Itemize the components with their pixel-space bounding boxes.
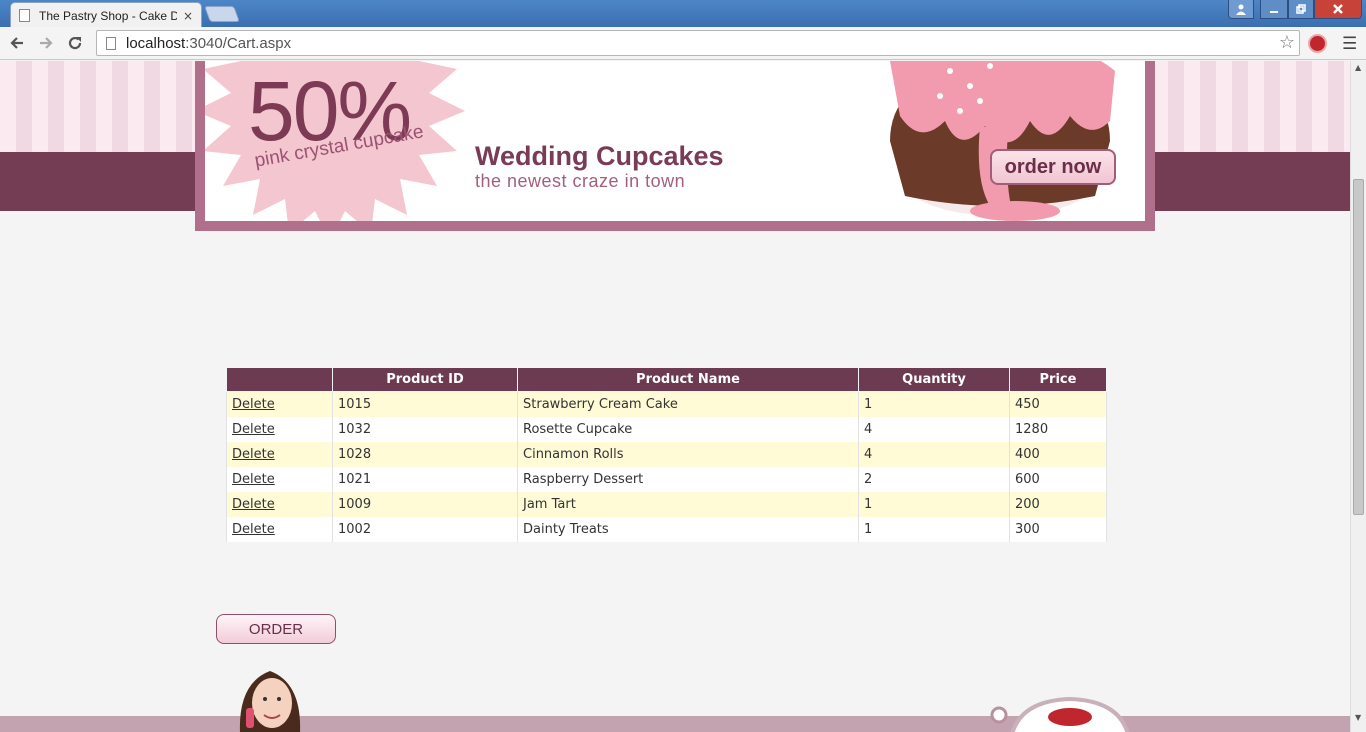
price-cell: 600	[1009, 466, 1107, 492]
product-id-cell: 1028	[332, 441, 518, 467]
product-id-cell: 1021	[332, 466, 518, 492]
order-button[interactable]: ORDER	[216, 614, 336, 644]
quantity-cell: 2	[858, 466, 1010, 492]
product-name-cell: Cinnamon Rolls	[517, 441, 859, 467]
table-row: Delete 1002 Dainty Treats 1 300	[226, 516, 1107, 542]
table-row: Delete 1028 Cinnamon Rolls 4 400	[226, 441, 1107, 467]
delete-link[interactable]: Delete	[232, 422, 275, 437]
back-arrow-icon[interactable]	[6, 32, 28, 54]
quantity-cell: 4	[858, 441, 1010, 467]
reload-icon[interactable]	[64, 32, 86, 54]
restore-button[interactable]	[1288, 0, 1314, 19]
scroll-thumb[interactable]	[1353, 179, 1364, 515]
product-id-cell: 1032	[332, 416, 518, 442]
table-row: Delete 1021 Raspberry Dessert 2 600	[226, 466, 1107, 492]
cupcake-image	[890, 61, 1115, 221]
product-name-cell: Dainty Treats	[517, 516, 859, 542]
promo-banner-frame: 50% pink crystal cupcake Wedding Cupcake…	[195, 61, 1155, 231]
price-cell: 200	[1009, 491, 1107, 517]
product-id-cell: 1015	[332, 391, 518, 417]
forward-arrow-icon[interactable]	[35, 32, 57, 54]
page-icon	[106, 36, 116, 50]
product-id-cell: 1009	[332, 491, 518, 517]
url-text: localhost:3040/Cart.aspx	[126, 34, 292, 52]
quantity-cell: 4	[858, 416, 1010, 442]
delete-link[interactable]: Delete	[232, 397, 275, 412]
product-name-cell: Rosette Cupcake	[517, 416, 859, 442]
order-now-button[interactable]: order now	[990, 149, 1116, 185]
promo-banner: 50% pink crystal cupcake Wedding Cupcake…	[205, 61, 1145, 221]
footer-band	[0, 716, 1350, 732]
extension-icon[interactable]	[1308, 34, 1327, 53]
table-row: Delete 1015 Strawberry Cream Cake 1 450	[226, 391, 1107, 417]
window-titlebar: The Pastry Shop - Cake De ×	[0, 0, 1366, 28]
person-image	[239, 671, 301, 732]
delete-link[interactable]: Delete	[232, 447, 275, 462]
star-icon[interactable]: ☆	[1279, 32, 1295, 53]
tab-title: The Pastry Shop - Cake De	[39, 8, 177, 23]
browser-tab[interactable]: The Pastry Shop - Cake De ×	[10, 2, 202, 28]
quantity-cell: 1	[858, 516, 1010, 542]
product-id-cell: 1002	[332, 516, 518, 542]
cart-table: Product ID Product Name Quantity Price D…	[226, 367, 1107, 542]
price-cell: 450	[1009, 391, 1107, 417]
minimize-button[interactable]	[1260, 0, 1288, 19]
column-header-product-name: Product Name	[517, 367, 859, 392]
new-tab-button[interactable]	[204, 6, 240, 22]
product-name-cell: Strawberry Cream Cake	[517, 391, 859, 417]
delete-link[interactable]: Delete	[232, 497, 275, 512]
tab-close-icon[interactable]: ×	[183, 9, 193, 23]
column-header-price: Price	[1009, 367, 1107, 392]
page-viewport: 50% pink crystal cupcake Wedding Cupcake…	[0, 61, 1350, 732]
close-window-button[interactable]	[1314, 0, 1362, 19]
price-cell: 400	[1009, 441, 1107, 467]
table-row: Delete 1009 Jam Tart 1 200	[226, 491, 1107, 517]
scroll-down-arrow-icon[interactable]: ▼	[1355, 713, 1361, 722]
browser-toolbar: localhost:3040/Cart.aspx ☆ ☰	[0, 27, 1366, 60]
delete-link[interactable]: Delete	[232, 522, 275, 537]
address-bar[interactable]: localhost:3040/Cart.aspx ☆	[96, 30, 1300, 56]
banner-subtitle: the newest craze in town	[475, 171, 686, 191]
page-icon	[19, 9, 30, 22]
menu-icon[interactable]: ☰	[1342, 34, 1357, 54]
product-name-cell: Jam Tart	[517, 491, 859, 517]
column-header-product-id: Product ID	[332, 367, 518, 392]
quantity-cell: 1	[858, 391, 1010, 417]
banner-title: Wedding Cupcakes	[475, 141, 724, 171]
table-header-row: Product ID Product Name Quantity Price	[226, 367, 1107, 392]
quantity-cell: 1	[858, 491, 1010, 517]
table-row: Delete 1032 Rosette Cupcake 4 1280	[226, 416, 1107, 442]
vertical-scrollbar[interactable]: ▲ ▼	[1350, 61, 1366, 732]
dessert-plate-image	[990, 696, 1130, 732]
price-cell: 1280	[1009, 416, 1107, 442]
price-cell: 300	[1009, 516, 1107, 542]
product-name-cell: Raspberry Dessert	[517, 466, 859, 492]
scroll-up-arrow-icon[interactable]: ▲	[1355, 63, 1361, 72]
column-header-quantity: Quantity	[858, 367, 1010, 392]
delete-link[interactable]: Delete	[232, 472, 275, 487]
user-icon[interactable]	[1228, 0, 1254, 19]
column-header-actions	[226, 367, 333, 392]
